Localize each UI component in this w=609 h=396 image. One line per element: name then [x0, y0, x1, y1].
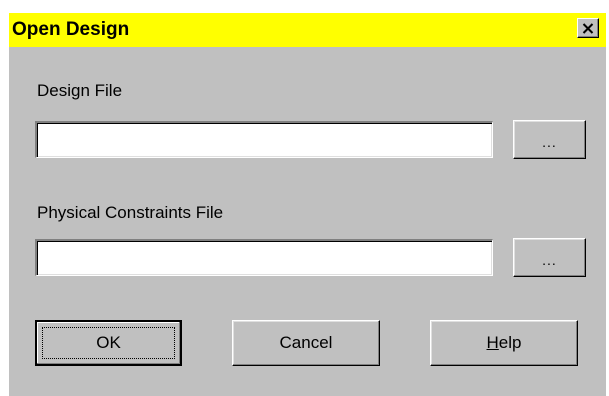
browse-button-label: ... — [542, 251, 557, 268]
cancel-button[interactable]: Cancel — [232, 320, 380, 366]
close-button[interactable] — [577, 18, 599, 38]
cancel-button-label: Cancel — [279, 333, 333, 352]
design-file-input[interactable] — [35, 121, 493, 158]
help-button-label: Help — [487, 333, 522, 353]
open-design-dialog: Open Design Design File ... Physical Con… — [9, 13, 606, 396]
help-label-rest: elp — [498, 333, 522, 352]
physical-constraints-browse-button[interactable]: ... — [513, 238, 586, 277]
browse-button-label: ... — [542, 133, 557, 150]
design-file-label: Design File — [37, 81, 123, 100]
physical-constraints-file-input[interactable] — [35, 239, 493, 276]
physical-constraints-file-label: Physical Constraints File — [37, 203, 224, 222]
title-bar[interactable]: Open Design — [9, 13, 606, 47]
close-icon — [582, 22, 594, 34]
dialog-title: Open Design — [12, 19, 130, 40]
help-button[interactable]: Help — [430, 320, 578, 366]
ok-button-label: OK — [96, 333, 121, 352]
ok-button[interactable]: OK — [35, 320, 182, 366]
help-mnemonic: H — [486, 333, 499, 352]
design-file-browse-button[interactable]: ... — [513, 120, 586, 159]
